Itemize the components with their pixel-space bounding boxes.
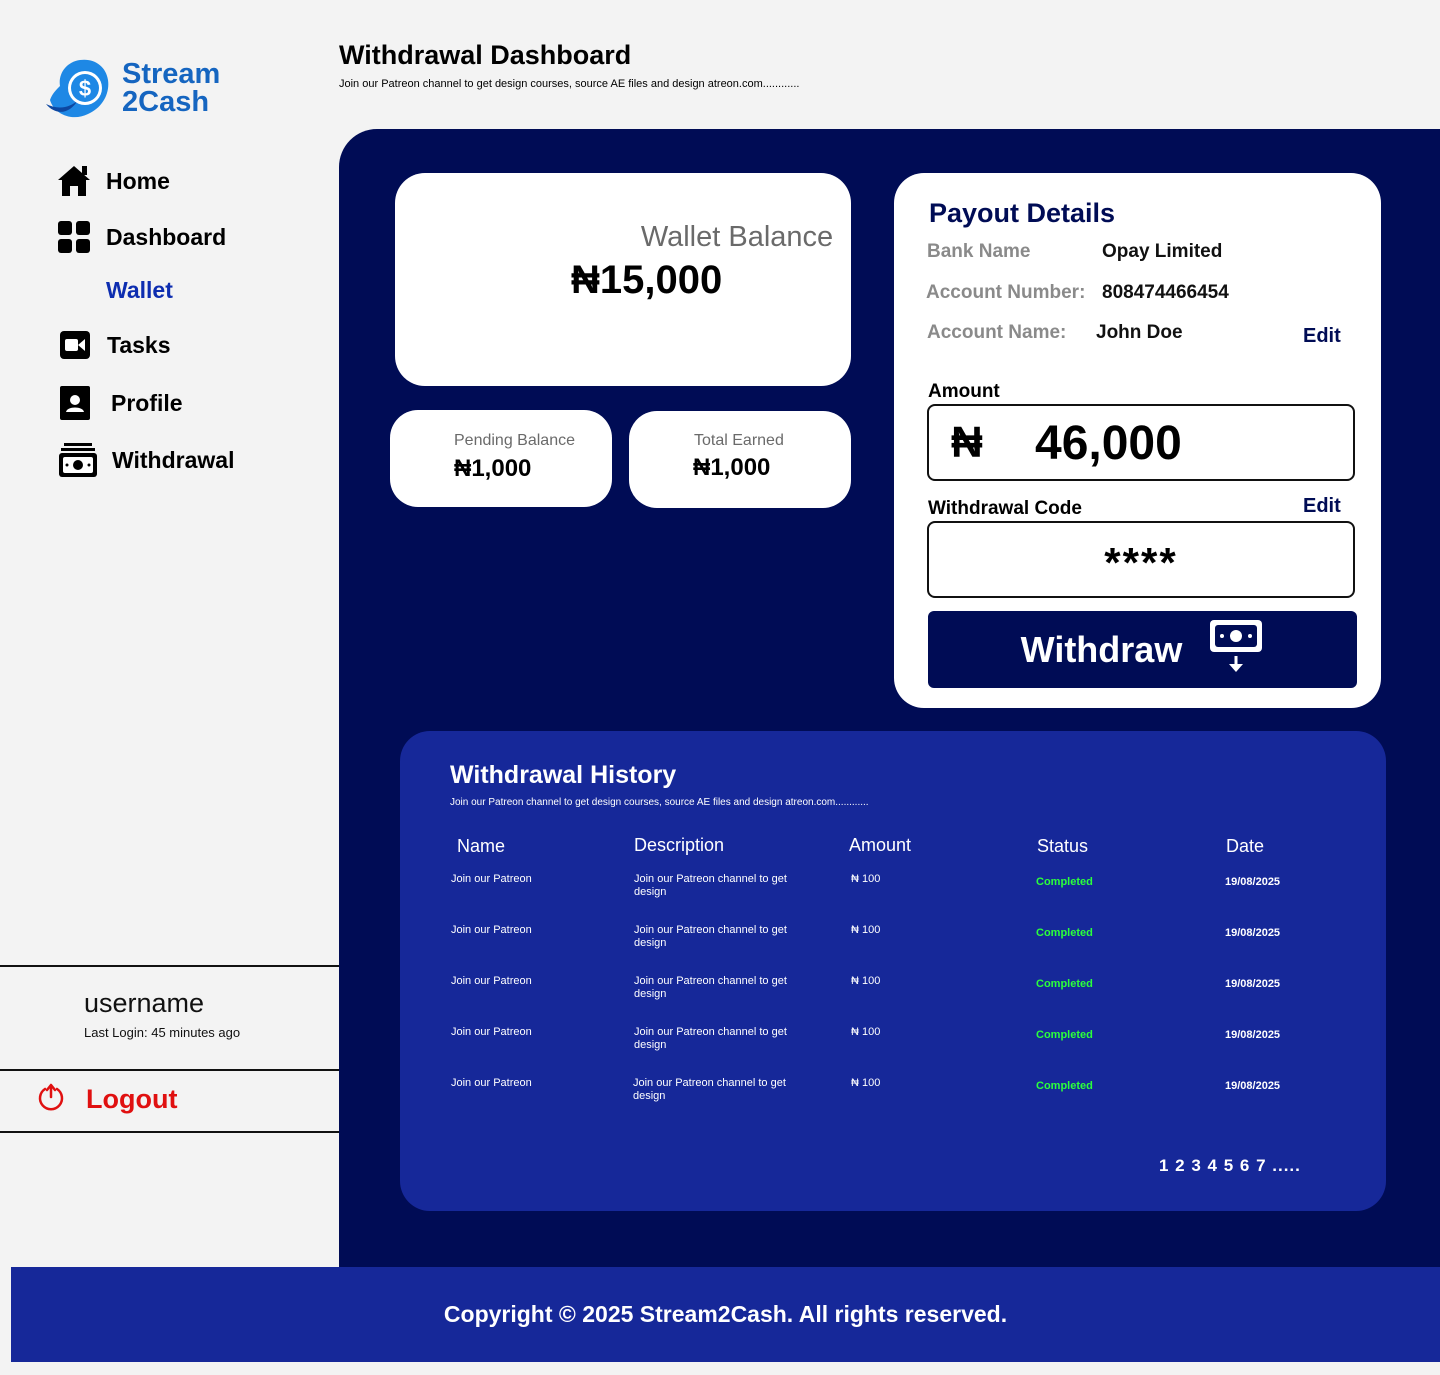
history-subtitle: Join our Patreon channel to get design c… bbox=[450, 797, 869, 808]
withdrawal-code-input[interactable]: **** bbox=[927, 521, 1355, 598]
sidebar-item-label: Home bbox=[106, 167, 170, 194]
divider bbox=[0, 1131, 340, 1133]
sidebar-item-label: Withdrawal bbox=[112, 446, 235, 473]
logo-wave-icon: $ bbox=[44, 56, 114, 120]
svg-text:$: $ bbox=[79, 76, 91, 101]
cell-description: Join our Patreon channel to get design bbox=[634, 1026, 787, 1051]
pagination[interactable]: 1 2 3 4 5 6 7 ..... bbox=[1159, 1156, 1301, 1176]
cash-icon bbox=[58, 442, 98, 478]
account-number-value: 808474466454 bbox=[1102, 282, 1229, 303]
footer: Copyright © 2025 Stream2Cash. All rights… bbox=[11, 1267, 1440, 1362]
cell-status: Completed bbox=[1036, 927, 1093, 939]
page-title: Withdrawal Dashboard bbox=[339, 40, 632, 70]
cash-withdraw-icon bbox=[1208, 618, 1264, 681]
withdrawal-code-label: Withdrawal Code bbox=[928, 498, 1082, 519]
cell-status: Completed bbox=[1036, 978, 1093, 990]
username: username bbox=[84, 988, 205, 1018]
account-name-label: Account Name: bbox=[927, 322, 1067, 343]
video-icon bbox=[57, 327, 93, 363]
sidebar-item-wallet[interactable]: Wallet bbox=[106, 277, 173, 304]
bank-name-value: Opay Limited bbox=[1102, 241, 1223, 262]
sidebar-item-withdrawal[interactable]: Withdrawal bbox=[58, 442, 234, 478]
cell-amount: ₦ 100 bbox=[851, 1077, 881, 1089]
logout-label: Logout bbox=[86, 1084, 178, 1114]
cell-amount: ₦ 100 bbox=[851, 924, 881, 936]
table-row[interactable]: Join our Patreon Join our Patreon channe… bbox=[400, 1077, 1386, 1117]
cell-name: Join our Patreon bbox=[451, 1026, 532, 1038]
user-icon bbox=[57, 385, 93, 421]
cell-amount: ₦ 100 bbox=[851, 1026, 881, 1038]
cell-description: Join our Patreon channel to get design bbox=[634, 873, 787, 898]
edit-code-link[interactable]: Edit bbox=[1303, 495, 1341, 518]
cell-amount: ₦ 100 bbox=[851, 975, 881, 987]
total-earned-label: Total Earned bbox=[694, 432, 784, 449]
naira-symbol: ₦ bbox=[951, 418, 983, 467]
cell-description: Join our Patreon channel to get design bbox=[634, 924, 787, 949]
copyright-text: Copyright © 2025 Stream2Cash. All rights… bbox=[443, 1301, 1008, 1327]
cell-date: 19/08/2025 bbox=[1225, 927, 1281, 939]
table-row[interactable]: Join our Patreon Join our Patreon channe… bbox=[400, 873, 1386, 913]
brand-line-1: Stream bbox=[122, 58, 221, 90]
column-header-amount: Amount bbox=[849, 835, 912, 855]
amount-label: Amount bbox=[928, 381, 1000, 402]
cell-name: Join our Patreon bbox=[451, 924, 532, 936]
cell-description: Join our Patreon channel to get design bbox=[633, 1077, 786, 1102]
home-icon bbox=[56, 163, 92, 199]
cell-date: 19/08/2025 bbox=[1225, 1029, 1281, 1041]
cell-name: Join our Patreon bbox=[451, 1077, 532, 1089]
total-earned-value: ₦1,000 bbox=[693, 454, 771, 481]
history-title: Withdrawal History bbox=[450, 761, 677, 789]
cell-date: 19/08/2025 bbox=[1225, 1080, 1281, 1092]
sidebar-item-label: Profile bbox=[111, 389, 183, 416]
sidebar-item-tasks[interactable]: Tasks bbox=[57, 327, 171, 363]
cell-name: Join our Patreon bbox=[451, 873, 532, 885]
cell-name: Join our Patreon bbox=[451, 975, 532, 987]
cell-description: Join our Patreon channel to get design bbox=[634, 975, 787, 1000]
account-number-label: Account Number: bbox=[926, 282, 1086, 303]
cell-status: Completed bbox=[1036, 1029, 1093, 1041]
cell-amount: ₦ 100 bbox=[851, 873, 881, 885]
power-icon bbox=[36, 1082, 66, 1117]
divider bbox=[0, 965, 340, 967]
bank-name-label: Bank Name bbox=[927, 241, 1031, 262]
brand-logo[interactable]: $ Stream 2Cash bbox=[44, 56, 220, 120]
brand-line-2: 2Cash bbox=[122, 86, 210, 118]
sidebar-item-label: Tasks bbox=[107, 331, 171, 358]
edit-payout-link[interactable]: Edit bbox=[1303, 325, 1341, 348]
withdrawal-history-panel: Withdrawal History Join our Patreon chan… bbox=[400, 731, 1386, 1211]
pending-balance-label: Pending Balance bbox=[454, 432, 575, 449]
last-login: Last Login: 45 minutes ago bbox=[84, 1025, 241, 1040]
table-row[interactable]: Join our Patreon Join our Patreon channe… bbox=[400, 1026, 1386, 1066]
table-row[interactable]: Join our Patreon Join our Patreon channe… bbox=[400, 975, 1386, 1015]
account-name-value: John Doe bbox=[1096, 322, 1183, 343]
amount-input[interactable]: ₦ 46,000 bbox=[927, 404, 1355, 481]
withdraw-label: Withdraw bbox=[1020, 628, 1183, 670]
total-earned-card: Total Earned ₦1,000 bbox=[629, 411, 851, 508]
page-subtitle: Join our Patreon channel to get design c… bbox=[339, 78, 800, 90]
cell-date: 19/08/2025 bbox=[1225, 876, 1281, 888]
column-header-status: Status bbox=[1037, 836, 1089, 856]
amount-value: 46,000 bbox=[1035, 417, 1182, 470]
payout-title: Payout Details bbox=[929, 198, 1116, 228]
logout-button[interactable]: Logout bbox=[36, 1082, 177, 1117]
table-row[interactable]: Join our Patreon Join our Patreon channe… bbox=[400, 924, 1386, 964]
column-header-name: Name bbox=[457, 836, 506, 856]
cell-status: Completed bbox=[1036, 1080, 1093, 1092]
sidebar-item-home[interactable]: Home bbox=[56, 163, 170, 199]
pending-balance-card: Pending Balance ₦1,000 bbox=[390, 410, 612, 507]
cell-status: Completed bbox=[1036, 876, 1093, 888]
column-header-date: Date bbox=[1226, 836, 1265, 856]
pending-balance-value: ₦1,000 bbox=[454, 455, 532, 482]
sidebar-item-profile[interactable]: Profile bbox=[57, 385, 183, 421]
withdraw-button[interactable]: Withdraw bbox=[928, 611, 1357, 688]
cell-date: 19/08/2025 bbox=[1225, 978, 1281, 990]
divider bbox=[0, 1069, 340, 1071]
column-header-description: Description bbox=[634, 835, 725, 855]
wallet-balance-value: ₦15,000 bbox=[571, 258, 723, 302]
